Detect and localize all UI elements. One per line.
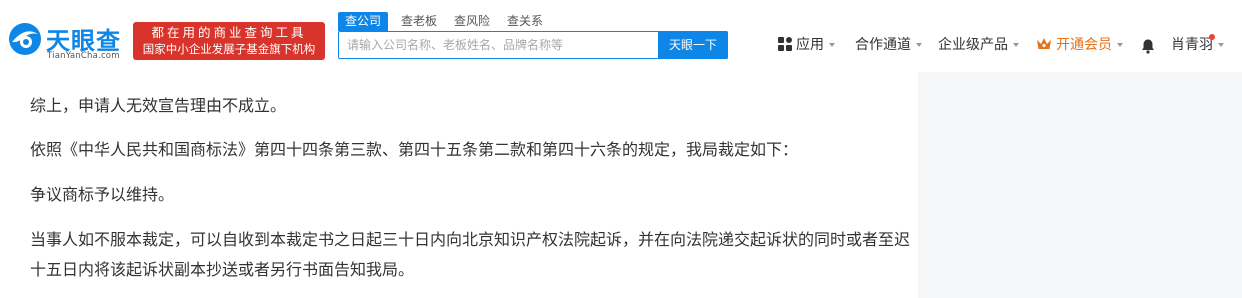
right-sidebar [918,72,1242,298]
slogan-banner[interactable]: 都在用的商业查询工具 国家中小企业发展子基金旗下机构 [133,22,325,60]
bell-icon[interactable] [1140,38,1156,54]
tab-boss[interactable]: 查老板 [401,12,437,31]
slogan-line-2: 国家中小企业发展子基金旗下机构 [142,42,316,56]
nav-enterprise-label: 企业级产品 [938,37,1008,53]
search-box: 天眼一下 [338,31,728,59]
chevron-down-icon [1218,43,1224,47]
paragraph-ruling: 争议商标予以维持。 [30,185,175,204]
nav-channels-label: 合作通道 [855,37,911,53]
paragraph-legal-basis: 依照《中华人民共和国商标法》第四十四条第三款、第四十五条第二款和第四十六条的规定… [30,140,799,159]
notification-dot [1209,34,1215,40]
chevron-down-icon [1013,43,1019,47]
nav-apps[interactable]: 应用 [778,35,835,55]
user-name: 肖青羽 [1171,37,1213,53]
search-input[interactable] [339,32,657,58]
crown-icon [1037,38,1051,49]
user-menu[interactable]: 肖青羽 [1171,35,1224,55]
slogan-line-1: 都在用的商业查询工具 [151,25,307,40]
tianyancha-logo[interactable]: 天眼查 TianYanCha.com [6,20,130,64]
nav-enterprise[interactable]: 企业级产品 [938,35,1019,55]
chevron-down-icon [916,43,922,47]
tab-company[interactable]: 查公司 [338,12,389,31]
tab-risk[interactable]: 查风险 [454,12,490,31]
document-content: 综上，申请人无效宣告理由不成立。 依照《中华人民共和国商标法》第四十四条第三款、… [0,72,918,298]
nav-apps-label: 应用 [796,37,824,53]
tab-relation[interactable]: 查关系 [507,12,543,31]
nav-vip[interactable]: 开通会员 [1036,35,1123,55]
chevron-down-icon [1117,43,1123,47]
logo-domain: TianYanCha.com [47,51,120,61]
search-button[interactable]: 天眼一下 [658,31,728,59]
top-header: 天眼查 TianYanCha.com 都在用的商业查询工具 国家中小企业发展子基… [0,0,1242,72]
paragraph-appeal-line-1: 当事人如不服本裁定，可以自收到本裁定书之日起三十日内向北京知识产权法院起诉，并在… [30,230,911,249]
nav-vip-label: 开通会员 [1056,37,1112,53]
nav-channels[interactable]: 合作通道 [855,35,922,55]
apps-grid-icon [778,37,792,51]
logo-eye-icon [9,23,41,55]
paragraph-conclusion: 综上，申请人无效宣告理由不成立。 [30,96,287,115]
chevron-down-icon [829,43,835,47]
paragraph-appeal-line-2: 十五日内将该起诉状副本抄送或者另行书面告知我局。 [30,260,415,279]
